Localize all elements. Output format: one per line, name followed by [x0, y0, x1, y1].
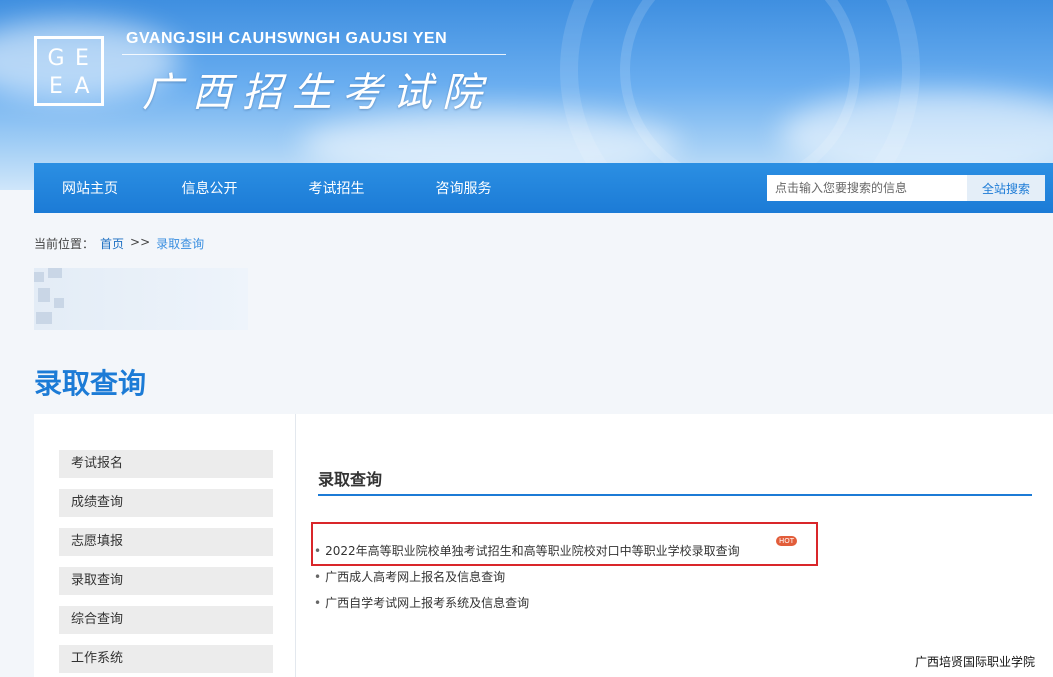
list-item-label: 广西成人高考网上报名及信息查询: [325, 570, 506, 584]
sidebar: 考试报名 成绩查询 志愿填报 录取查询 综合查询 工作系统: [34, 414, 296, 677]
site-name-en: GVANGJSIH CAUHSWNGH GAUJSI YEN: [126, 30, 448, 47]
blurred-banner: [34, 268, 248, 330]
list-item[interactable]: • 广西自学考试网上报考系统及信息查询: [314, 594, 529, 611]
watermark: 广西培贤国际职业学院: [914, 655, 1035, 669]
search-bar: 全站搜索: [767, 175, 1045, 201]
list-item[interactable]: • 广西成人高考网上报名及信息查询: [314, 568, 505, 585]
sidebar-item-general[interactable]: 综合查询: [59, 606, 273, 634]
bullet-icon: •: [314, 570, 322, 584]
section-divider: [318, 494, 1032, 496]
search-input[interactable]: [767, 175, 967, 201]
breadcrumb-separator: >>: [130, 235, 151, 249]
mosaic-block: [48, 268, 62, 278]
breadcrumb-home-link[interactable]: 首页: [100, 235, 124, 252]
page-title: 录取查询: [34, 367, 147, 400]
mosaic-block: [34, 272, 44, 282]
site-header: G E E A GVANGJSIH CAUHSWNGH GAUJSI YEN 广…: [0, 0, 1053, 190]
logo-letter: A: [74, 74, 90, 99]
nav-item-consult[interactable]: 咨询服务: [400, 178, 527, 198]
highlight-box: [311, 522, 818, 566]
nav-item-info[interactable]: 信息公开: [146, 178, 273, 198]
sidebar-item-admission[interactable]: 录取查询: [59, 567, 273, 595]
sidebar-item-work-system[interactable]: 工作系统: [59, 645, 273, 673]
breadcrumb-current: 录取查询: [156, 237, 205, 251]
sidebar-item-scores[interactable]: 成绩查询: [59, 489, 273, 517]
mosaic-block: [38, 288, 50, 302]
nav-item-home[interactable]: 网站主页: [34, 178, 146, 198]
logo-letter: E: [75, 46, 89, 71]
mosaic-block: [36, 312, 52, 324]
site-name-cn: 广西招生考试院: [142, 70, 492, 116]
sidebar-item-application[interactable]: 志愿填报: [59, 528, 273, 556]
search-button[interactable]: 全站搜索: [967, 175, 1045, 201]
title-divider: [122, 54, 506, 55]
breadcrumb-label: 当前位置：: [34, 237, 95, 251]
list-item-label: 广西自学考试网上报考系统及信息查询: [325, 596, 530, 610]
bullet-icon: •: [314, 596, 322, 610]
main-nav: 网站主页 信息公开 考试招生 咨询服务 全站搜索: [34, 163, 1053, 213]
site-logo[interactable]: G E E A: [34, 36, 104, 106]
section-title: 录取查询: [318, 470, 383, 489]
content-panel: 考试报名 成绩查询 志愿填报 录取查询 综合查询 工作系统 录取查询 • 2022…: [34, 414, 1053, 677]
breadcrumb: 当前位置： 首页 >> 录取查询: [34, 235, 204, 252]
sidebar-item-registration[interactable]: 考试报名: [59, 450, 273, 478]
logo-letter: G: [47, 46, 65, 71]
logo-letter: E: [49, 74, 63, 99]
nav-item-exams[interactable]: 考试招生: [273, 178, 400, 198]
mosaic-block: [54, 298, 64, 308]
